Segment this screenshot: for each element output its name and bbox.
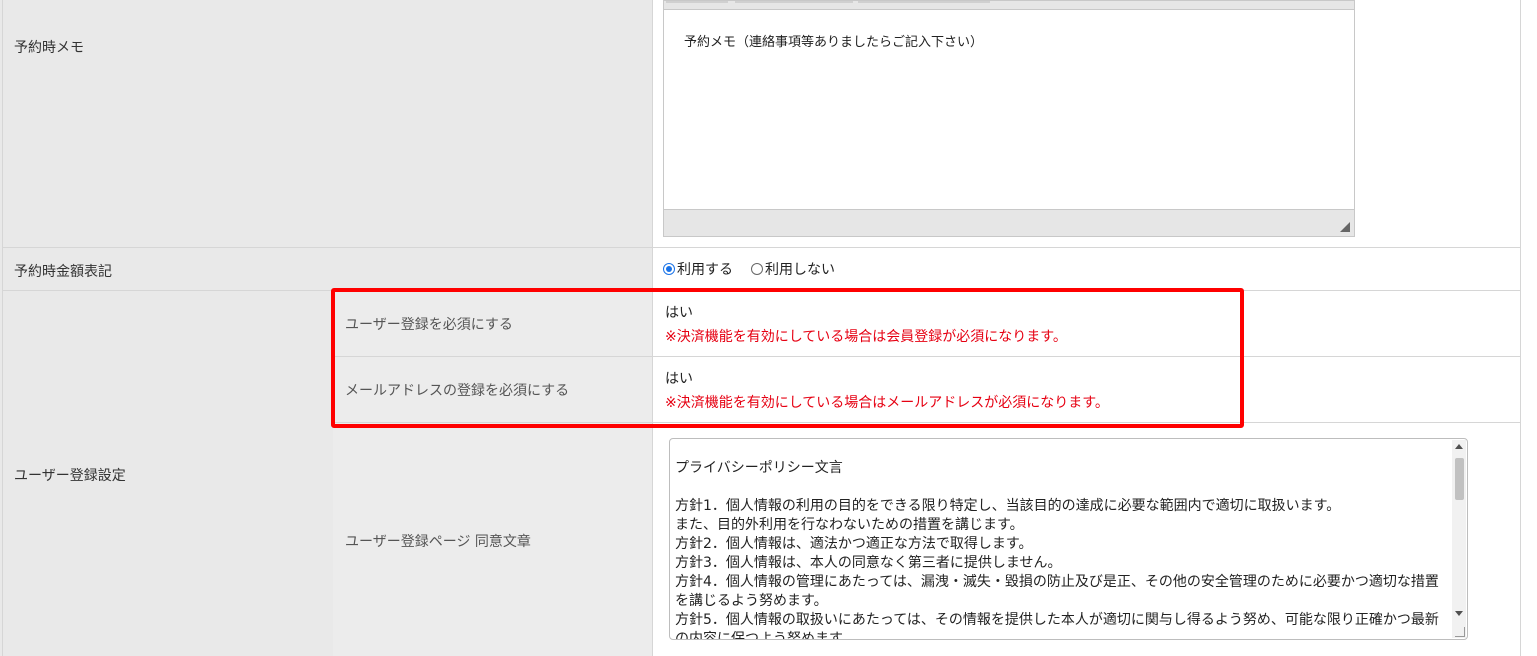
memo-editor[interactable]: 予約メモ（連絡事項等ありましたらご記入下さい） <box>663 0 1355 237</box>
textarea-resize-icon[interactable] <box>1455 627 1465 637</box>
scroll-thumb[interactable] <box>1455 458 1464 500</box>
radio-not-use-label[interactable]: 利用しない <box>765 259 835 279</box>
memo-editor-content[interactable]: 予約メモ（連絡事項等ありましたらご記入下さい） <box>684 31 983 50</box>
row-divider-1 <box>2 247 1521 248</box>
user-registration-label: ユーザー登録設定 <box>14 468 126 484</box>
scrollbar[interactable] <box>1452 440 1466 638</box>
editor-toolbar <box>664 1 1354 10</box>
memo-label: 予約時メモ <box>14 40 84 56</box>
scroll-down-icon[interactable] <box>1455 611 1463 616</box>
price-display-label: 予約時金額表記 <box>14 264 112 280</box>
border-left <box>2 0 3 656</box>
toolbar-button[interactable] <box>735 1 853 3</box>
radio-use-label[interactable]: 利用する <box>677 259 733 279</box>
consent-textarea[interactable]: プライバシーポリシー文言 方針1．個人情報の利用の目的をできる限り特定し、当該目… <box>669 438 1468 640</box>
border-right <box>1520 0 1521 656</box>
scroll-up-icon[interactable] <box>1455 444 1463 449</box>
consent-text-label: ユーザー登録ページ 同意文章 <box>345 534 531 550</box>
highlight-box <box>331 288 1244 428</box>
radio-not-use[interactable] <box>751 263 763 275</box>
editor-statusbar <box>664 209 1354 236</box>
toolbar-button[interactable] <box>858 1 990 3</box>
resize-grip-icon[interactable] <box>1340 222 1350 232</box>
price-display-radio-group: 利用する 利用しない <box>663 259 853 279</box>
radio-use[interactable] <box>663 263 675 275</box>
toolbar-button[interactable] <box>666 1 728 3</box>
consent-text-content[interactable]: プライバシーポリシー文言 方針1．個人情報の利用の目的をできる限り特定し、当該目… <box>675 459 1447 639</box>
